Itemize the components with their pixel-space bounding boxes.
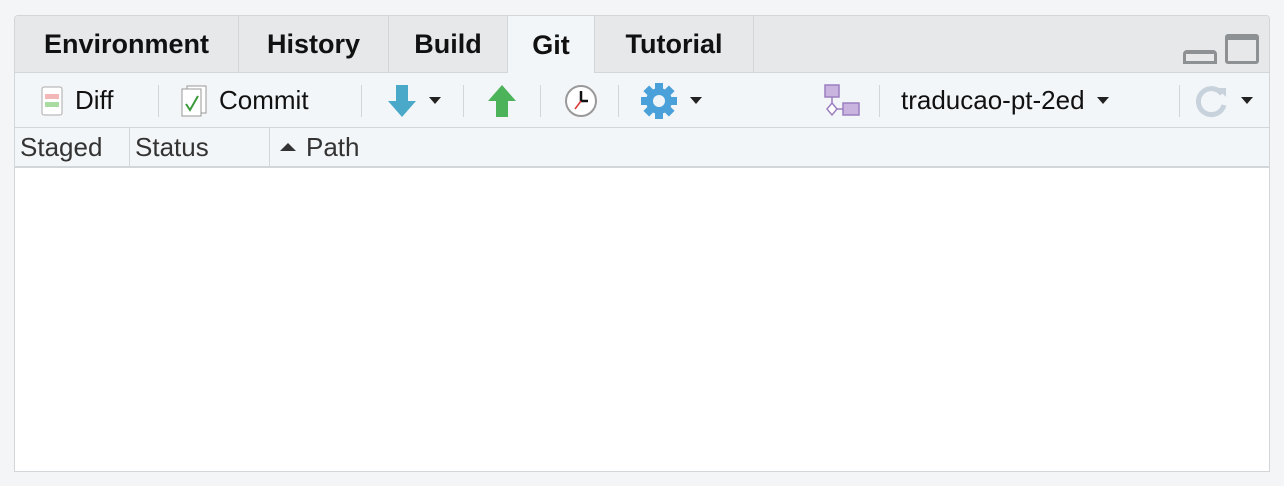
column-path-label: Path [306, 131, 360, 162]
clock-icon [565, 84, 597, 117]
minimize-pane-button[interactable] [1183, 50, 1217, 64]
tab-git[interactable]: Git [508, 16, 595, 74]
commit-label: Commit [219, 85, 309, 115]
column-staged[interactable]: Staged [15, 128, 130, 166]
branch-select[interactable]: traducao-pt-2ed [901, 73, 1109, 128]
branch-icon [824, 83, 860, 116]
push-button[interactable] [487, 73, 517, 128]
diff-label: Diff [75, 85, 114, 115]
git-pane: Environment History Build Git Tutorial D… [14, 15, 1270, 472]
tab-history[interactable]: History [239, 16, 389, 73]
push-arrow-icon [488, 84, 516, 117]
sort-ascending-icon [280, 143, 296, 151]
more-settings-button[interactable] [640, 73, 702, 128]
git-toolbar: Diff Commit traducao-pt-2ed [15, 73, 1269, 128]
tab-tutorial[interactable]: Tutorial [595, 16, 754, 73]
gear-icon [641, 82, 677, 119]
branches-button[interactable] [823, 73, 861, 128]
tab-build[interactable]: Build [389, 16, 508, 73]
pull-dropdown-caret[interactable] [429, 97, 441, 104]
tab-bar: Environment History Build Git Tutorial [15, 16, 1269, 74]
column-staged-label: Staged [20, 131, 103, 162]
pull-arrow-icon [388, 84, 416, 117]
column-status-label: Status [135, 131, 209, 162]
diff-button[interactable]: Diff [41, 73, 114, 128]
settings-dropdown-caret[interactable] [690, 97, 702, 104]
refresh-dropdown-caret[interactable] [1241, 97, 1253, 104]
commit-icon [181, 85, 207, 116]
refresh-icon [1195, 85, 1227, 117]
file-list [15, 168, 1269, 471]
column-path[interactable]: Path [270, 128, 1269, 166]
diff-icon [41, 86, 63, 115]
file-list-header: Staged Status Path [15, 128, 1269, 168]
branch-name: traducao-pt-2ed [901, 85, 1085, 115]
pull-button[interactable] [387, 73, 441, 128]
history-button[interactable] [564, 73, 598, 128]
column-status[interactable]: Status [130, 128, 270, 166]
maximize-pane-button[interactable] [1225, 34, 1259, 64]
refresh-button[interactable] [1195, 73, 1253, 128]
branch-dropdown-caret [1096, 97, 1109, 104]
commit-button[interactable]: Commit [181, 73, 309, 128]
tab-environment[interactable]: Environment [15, 16, 239, 73]
